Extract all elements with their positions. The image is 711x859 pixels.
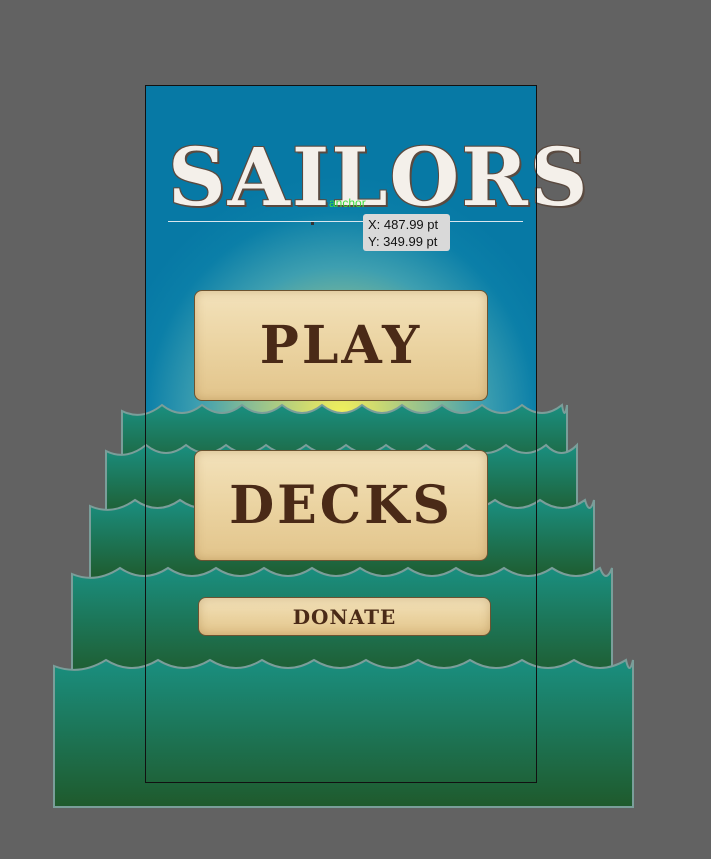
decks-button-label: DECKS: [229, 475, 453, 536]
coordinate-x: X: 487.99 pt: [368, 217, 439, 232]
play-button-label: PLAY: [259, 315, 423, 376]
coordinate-tooltip: X: 487.99 pt Y: 349.99 pt: [363, 214, 450, 251]
wave-layer-5: [53, 658, 634, 808]
play-button[interactable]: PLAY: [194, 290, 488, 401]
decks-button[interactable]: DECKS: [194, 450, 488, 561]
donate-button-label: DONATE: [292, 604, 397, 629]
ocean-waves: [53, 403, 634, 808]
donate-button[interactable]: DONATE: [198, 597, 491, 636]
game-canvas: SAILORS anchor PLAY DECKS DONATE X: 487.…: [0, 0, 711, 859]
coordinate-y: Y: 349.99 pt: [368, 234, 438, 249]
